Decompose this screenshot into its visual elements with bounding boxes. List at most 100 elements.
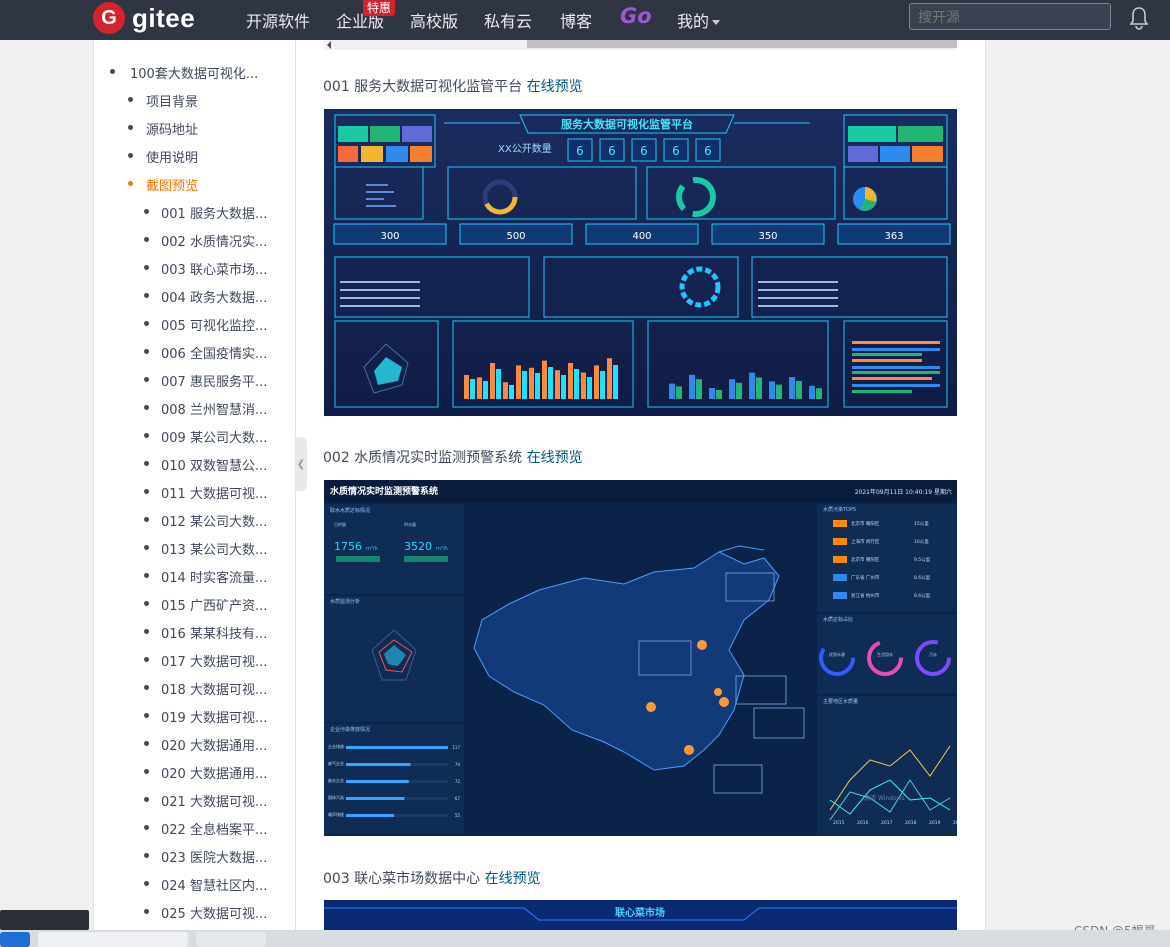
bullet-icon [144, 797, 149, 802]
nav-blog[interactable]: 博客 [560, 8, 592, 32]
vscode-taskbar-icon[interactable] [0, 932, 30, 947]
section-title-002: 002 水质情况实时监测预警系统 在线预览 [323, 447, 583, 467]
toc-item-root[interactable]: 100套大数据可视化... [94, 58, 294, 86]
digit: 6 [640, 144, 648, 158]
bar-mark [555, 370, 560, 399]
toc-label: 截图预览 [146, 179, 199, 194]
bar-mark [613, 365, 618, 399]
toc-label: 004 政务大数据... [161, 291, 268, 306]
top5-city: 北京市 朝阳区 [851, 520, 880, 527]
bar-mark [522, 371, 527, 399]
toc-item-screenshot[interactable]: 015 广西矿产资... [94, 590, 294, 618]
bar-mark [669, 383, 675, 399]
preview-link[interactable]: 在线预览 [527, 450, 583, 466]
toc-item-screenshot[interactable]: 012 某公司大数... [94, 506, 294, 534]
toc-item-screenshot[interactable]: 023 医院大数据... [94, 842, 294, 870]
hbar-mark [346, 763, 411, 766]
hbar-label: 噪声排放 [328, 811, 344, 817]
bar-mark [689, 374, 695, 399]
section-title-text: 003 联心菜市场数据中心 [323, 871, 481, 887]
search-input[interactable] [909, 3, 1111, 30]
shot2-value-1: 1756 [334, 540, 362, 553]
gitee-logo-text: gitee [132, 2, 196, 33]
bullet-icon [144, 237, 149, 242]
bar-mark [709, 388, 715, 399]
bar-mark [607, 358, 612, 399]
toc-item-screenshot[interactable]: 008 兰州智慧消... [94, 394, 294, 422]
toc-item-screenshot[interactable]: 001 服务大数据... [94, 198, 294, 226]
kpi-value: 350 [758, 231, 777, 242]
toc-item-screenshot[interactable]: 010 双数智慧公... [94, 450, 294, 478]
wechat-taskbar-button[interactable] [196, 932, 266, 947]
bullet-icon [144, 461, 149, 466]
nav-education[interactable]: 高校版 [410, 8, 458, 32]
toc-item-sub[interactable]: 源码地址 [94, 114, 294, 142]
toc-item-screenshot[interactable]: 013 某公司大数... [94, 534, 294, 562]
toc-label: 021 大数据可视... [161, 795, 268, 810]
scroll-left-icon[interactable] [327, 41, 331, 49]
toc-label: 013 某公司大数... [161, 543, 268, 558]
toc-item-screenshot[interactable]: 009 某公司大数... [94, 422, 294, 450]
preview-link[interactable]: 在线预览 [485, 871, 541, 887]
digit: 6 [576, 144, 584, 158]
bullet-icon [144, 517, 149, 522]
toc-item-screenshot[interactable]: 011 大数据可视... [94, 478, 294, 506]
toc-item-screenshot[interactable]: 004 政务大数据... [94, 282, 294, 310]
toc-item-screenshot[interactable]: 020 大数据通用... [94, 730, 294, 758]
nav-open-source[interactable]: 开源软件 [246, 8, 310, 32]
toc-item-screenshot[interactable]: 021 大数据可视... [94, 786, 294, 814]
toc-item-screenshot[interactable]: 007 惠民服务平... [94, 366, 294, 394]
toc-item-screenshot[interactable]: 016 某某科技有... [94, 618, 294, 646]
svg-text:m³/h: m³/h [436, 546, 448, 552]
horizontal-scrollbar[interactable] [323, 40, 957, 50]
promo-badge: 特惠 [363, 0, 396, 16]
nav-private-cloud[interactable]: 私有云 [484, 8, 532, 32]
scrollbar-thumb[interactable] [527, 40, 957, 48]
svg-text:企业污染排放情况: 企业污染排放情况 [330, 726, 370, 733]
bullet-icon [144, 265, 149, 270]
bar-mark [676, 386, 682, 399]
kpi-value: 300 [380, 231, 399, 242]
toc-item-screenshot[interactable]: 018 大数据可视... [94, 674, 294, 702]
bar-mark [535, 373, 540, 399]
bar-mark [529, 367, 534, 399]
toc-item-screenshot[interactable]: 002 水质情况实... [94, 226, 294, 254]
bullet-icon [128, 125, 133, 130]
toc-label: 012 某公司大数... [161, 515, 268, 530]
toc-label: 019 大数据可视... [161, 711, 268, 726]
toc-item-screenshot[interactable]: 019 大数据可视... [94, 702, 294, 730]
toc-item-screenshot[interactable]: 014 时实客流量... [94, 562, 294, 590]
bar-mark [749, 372, 755, 399]
toc-label: 006 全国疫情实... [161, 347, 268, 362]
toc-item-screenshot[interactable]: 022 全息档案平... [94, 814, 294, 842]
toc-item-screenshot[interactable]: 006 全国疫情实... [94, 338, 294, 366]
sidebar-collapse-toggle[interactable]: ❮ [295, 437, 307, 491]
bullet-icon [144, 321, 149, 326]
dashboard-003-image: 联心菜市场 [324, 900, 957, 930]
floating-toolbar[interactable] [0, 910, 89, 930]
toc-item-screenshot[interactable]: 017 大数据可视... [94, 646, 294, 674]
bullet-icon [144, 601, 149, 606]
top5-city: 浙江省 杭州市 [851, 592, 880, 599]
chrome-taskbar-button[interactable] [38, 932, 188, 947]
toc-item-sub[interactable]: 使用说明 [94, 142, 294, 170]
top5-city: 北京市 朝阳区 [851, 556, 880, 563]
preview-link[interactable]: 在线预览 [527, 79, 583, 95]
nav-mine[interactable]: 我的 [677, 8, 721, 32]
bell-icon[interactable] [1128, 6, 1150, 30]
dashboard-screenshot-001: 服务大数据可视化监管平台 XX公开数量 6 6 6 6 6 300 500 400 350 36… [324, 109, 957, 416]
toc-item-screenshot[interactable]: 024 智慧社区内... [94, 870, 294, 898]
toc-item-screenshot[interactable]: 003 联心菜市场... [94, 254, 294, 282]
kpi-value: 400 [632, 231, 651, 242]
nav-go[interactable]: Go [620, 4, 652, 28]
bar-mark [816, 388, 822, 399]
toc-label: 007 惠民服务平... [161, 375, 268, 390]
toc-label: 001 服务大数据... [161, 207, 268, 222]
gitee-logo[interactable]: G gitee [93, 0, 195, 36]
toc-item-screenshot[interactable]: 025 大数据可视... [94, 898, 294, 926]
toc-item-screenshot[interactable]: 020 大数据通用... [94, 758, 294, 786]
toc-item-sub[interactable]: 项目背景 [94, 86, 294, 114]
toc-item-sub[interactable]: 截图预览 [94, 170, 294, 198]
toc-item-screenshot[interactable]: 005 可视化监控... [94, 310, 294, 338]
top5-city: 上海市 闵行区 [851, 538, 880, 545]
